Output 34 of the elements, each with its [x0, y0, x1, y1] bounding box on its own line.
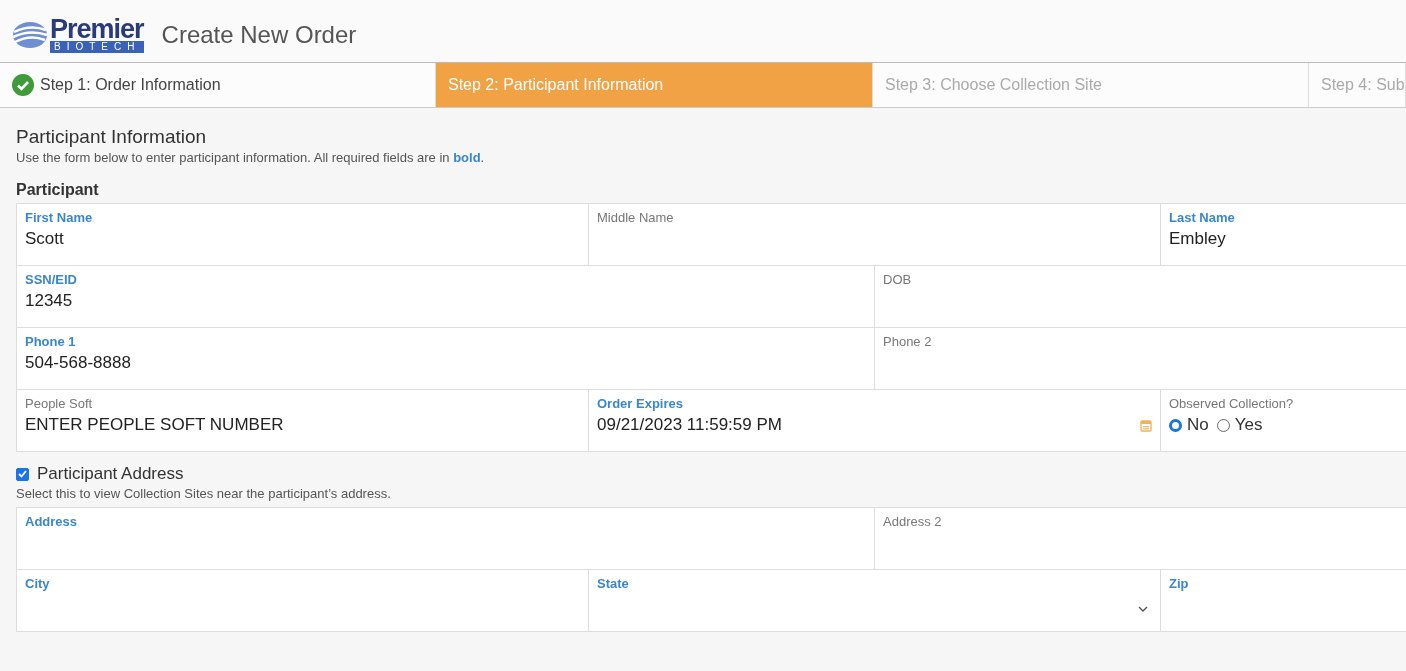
field-label: People Soft: [25, 396, 94, 411]
radio-option[interactable]: Yes: [1216, 415, 1263, 435]
field-label: SSN/EID: [25, 272, 78, 287]
field-label: First Name: [25, 210, 94, 225]
field-label: Last Name: [1169, 210, 1236, 225]
field-label: Address 2: [883, 514, 943, 529]
dropdown-caret-icon[interactable]: [1138, 606, 1148, 613]
page-title: Create New Order: [161, 21, 357, 49]
checkbox[interactable]: [16, 467, 29, 481]
field-label: Address: [25, 514, 79, 529]
section-heading: Participant: [16, 181, 100, 199]
intro-text: Use the form below to enter participant information. All required fields are in bold.: [16, 150, 486, 165]
radio-option[interactable]: No: [1169, 415, 1209, 435]
input-field[interactable]: 12345: [25, 291, 866, 311]
checkbox-label: Participant Address: [37, 464, 184, 484]
field-label: Order Expires: [597, 396, 684, 411]
field-label: City: [25, 576, 51, 591]
field-label: State: [597, 576, 630, 591]
field-label: Middle Name: [597, 210, 675, 225]
section-title: Participant Information: [16, 126, 208, 148]
input-field[interactable]: ENTER PEOPLE SOFT NUMBER: [25, 415, 580, 435]
field-label: Zip: [1169, 576, 1190, 591]
check-circle-icon: [12, 74, 34, 96]
input-field[interactable]: 504-568-8888: [25, 353, 866, 373]
date-field[interactable]: 09/21/2023 11:59:59 PM: [597, 415, 782, 435]
company-logo: Premier BIOTECH: [12, 17, 144, 53]
field-label: Phone 2: [883, 334, 933, 349]
step-tab[interactable]: Step 1: Order Information: [0, 63, 436, 107]
field-label: DOB: [883, 272, 913, 287]
input-field[interactable]: Embley: [1169, 229, 1406, 249]
field-label: Observed Collection?: [1169, 396, 1295, 411]
field-label: Phone 1: [25, 334, 77, 349]
hint-text: Select this to view Collection Sites near the participant’s address.: [16, 486, 392, 501]
input-field[interactable]: Scott: [25, 229, 580, 249]
